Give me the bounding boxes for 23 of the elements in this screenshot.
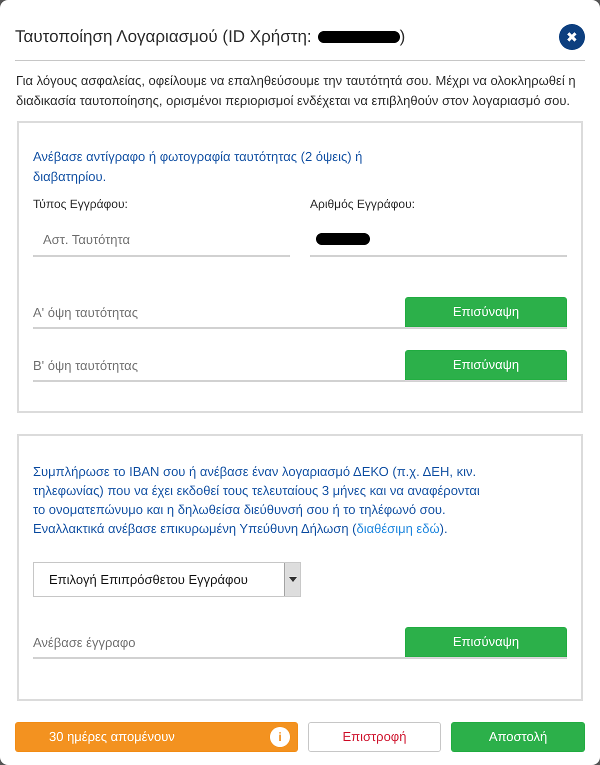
attach-button[interactable]: Επισύναψη <box>405 350 567 382</box>
caret-icon <box>288 577 296 582</box>
field-label: Αριθμός Εγγράφου: <box>310 196 416 213</box>
dialog-title: ) <box>400 26 406 48</box>
submit-button[interactable]: Αποστολή <box>451 722 585 752</box>
address-instructions: Συμπλήρωσε το IBAN σου ή ανέβασε έναν λογαριασμό ΔΕΚΟ (π.χ. ΔΕΗ, κιν. τηλεφωνίας) που να έχει εκδοθεί τους τελευταίους 3 μήνες και να αναφέρονται το ονοματεπώνυμο και η δηλωθείσα διεύθυνσή σου ή το τηλέφωνό σου. Εναλλακτικά ανέβασε επικυρωμένη Υπεύθυνη Δήλωση (διαθέσιμη εδώ). <box>33 463 481 538</box>
attach-button[interactable]: Επισύναψη <box>405 297 567 329</box>
identity-instructions: Ανέβασε αντίγραφο ή φωτογραφία ταυτότητας (2 όψεις) ή διαβατηρίου. <box>33 148 364 186</box>
document-type-field[interactable]: Αστ. Ταυτότητα <box>33 223 290 257</box>
upload-field[interactable]: Ανέβασε έγγραφο <box>33 627 405 659</box>
upload-field[interactable]: Α' όψη ταυτότητας <box>33 297 405 329</box>
dialog-title: Ταυτοποίηση Λογαριασμού (ID Χρήστη: <box>15 26 312 48</box>
info-button[interactable]: i <box>270 727 290 747</box>
intro-text: Για λόγους ασφαλείας, οφείλουμε να επαληθεύσουμε την ταυτότητά σου. Μέχρι να ολοκληρωθεί η διαδικασία ταυτοποίησης, ορισμένοι περιορισμοί ενδέχεται να επιβληθούν στον λογαριασμό σου. <box>15 72 577 110</box>
days-remaining-text: 30 ημέρες απομένουν <box>49 728 175 746</box>
document-select[interactable]: Επιλογή Επιπρόσθετου Εγγράφου <box>33 562 301 597</box>
attach-button[interactable]: Επισύναψη <box>405 627 567 659</box>
close-button[interactable]: ✖ <box>559 24 585 50</box>
upload-field[interactable]: Β' όψη ταυτότητας <box>33 350 405 382</box>
field-label: Τύπος Εγγράφου: <box>33 196 129 213</box>
redaction-mark <box>316 233 370 245</box>
back-button[interactable]: Επιστροφή <box>308 722 441 752</box>
available-here-link[interactable]: διαθέσιμη εδώ <box>356 521 440 536</box>
